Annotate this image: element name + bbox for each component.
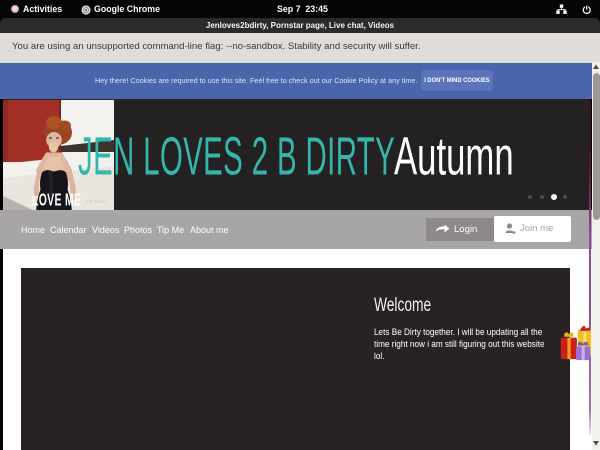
svg-text:LOVE ME: LOVE ME — [32, 191, 81, 210]
svg-text:mfc share: mfc share — [86, 199, 106, 204]
